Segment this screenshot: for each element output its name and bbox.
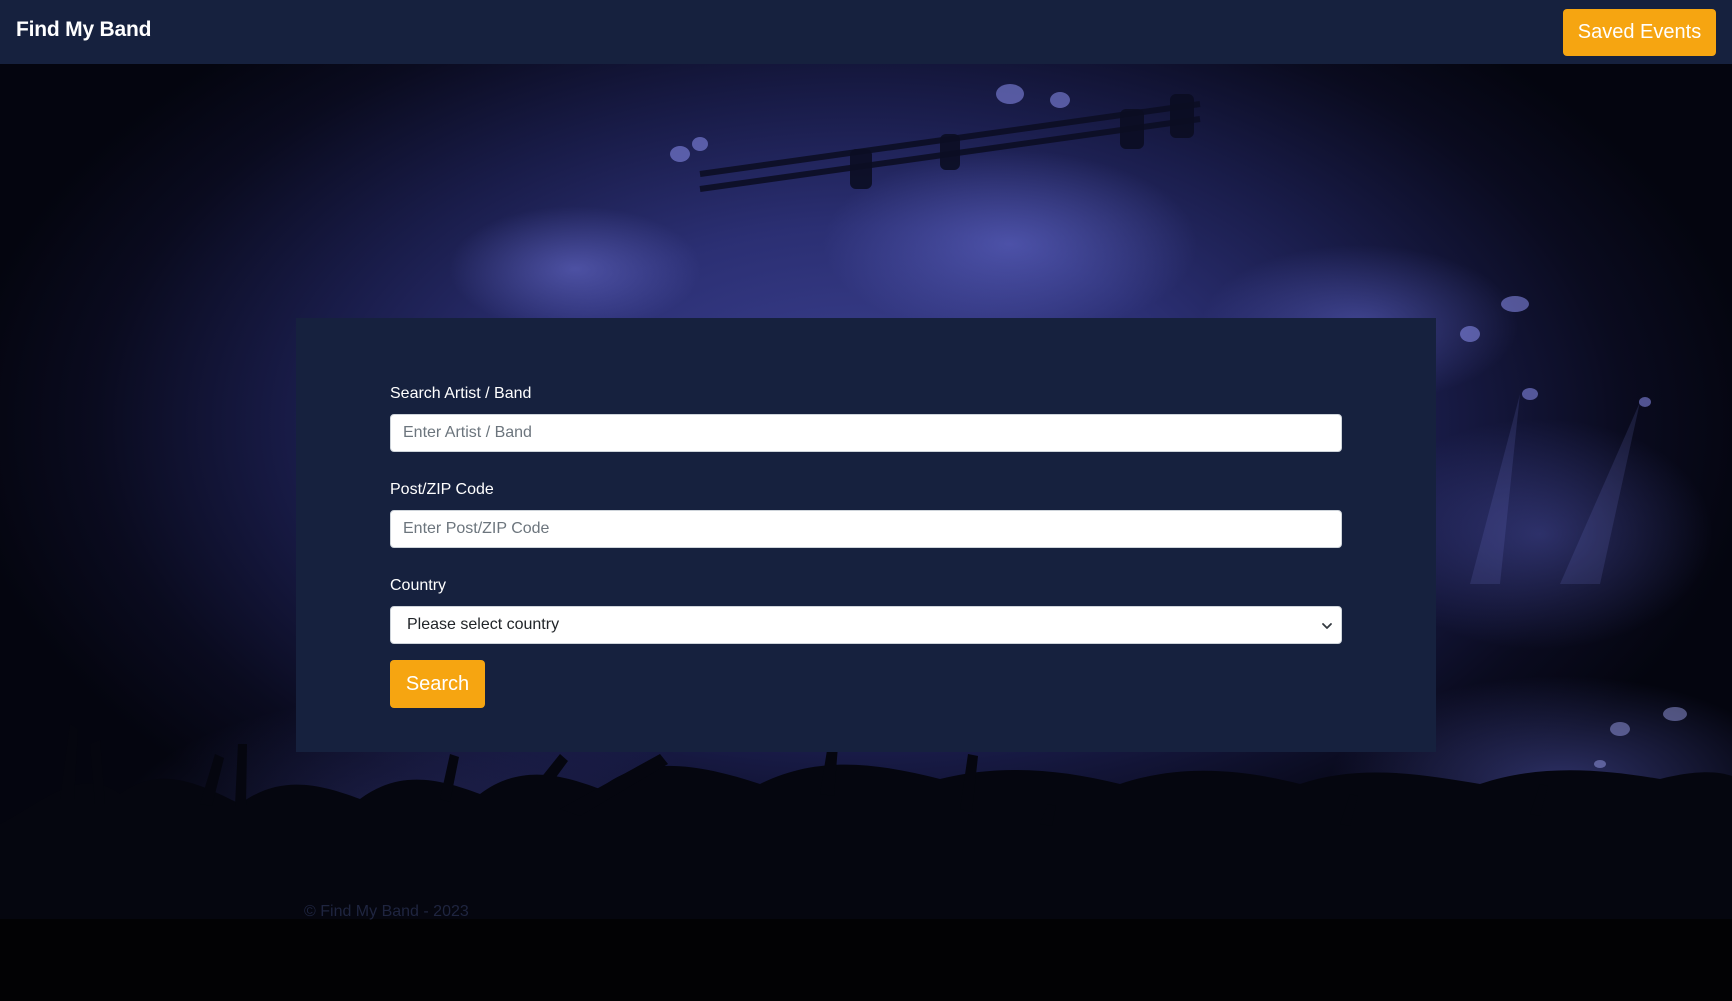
country-select-value: Please select country xyxy=(407,616,560,633)
chevron-down-icon xyxy=(1322,623,1332,629)
footer-copyright: © Find My Band - 2023 xyxy=(304,903,469,920)
search-card: Search Artist / Band Post/ZIP Code Count… xyxy=(296,318,1436,752)
country-label: Country xyxy=(390,577,447,594)
brand-logo[interactable]: Find My Band xyxy=(16,18,151,42)
artist-input[interactable] xyxy=(390,414,1342,452)
saved-events-button[interactable]: Saved Events xyxy=(1563,9,1716,56)
artist-label: Search Artist / Band xyxy=(390,385,532,402)
artist-field-group: Search Artist / Band xyxy=(390,384,1342,452)
search-button[interactable]: Search xyxy=(390,660,485,708)
country-select[interactable]: Please select country xyxy=(390,606,1342,644)
page-bottom-band xyxy=(0,919,1732,1001)
navbar: Find My Band Saved Events xyxy=(0,0,1732,64)
postcode-input[interactable] xyxy=(390,510,1342,548)
postcode-label: Post/ZIP Code xyxy=(390,481,494,498)
search-form: Search Artist / Band Post/ZIP Code Count… xyxy=(390,384,1342,708)
country-field-group: Country Please select country xyxy=(390,576,1342,644)
postcode-field-group: Post/ZIP Code xyxy=(390,480,1342,548)
